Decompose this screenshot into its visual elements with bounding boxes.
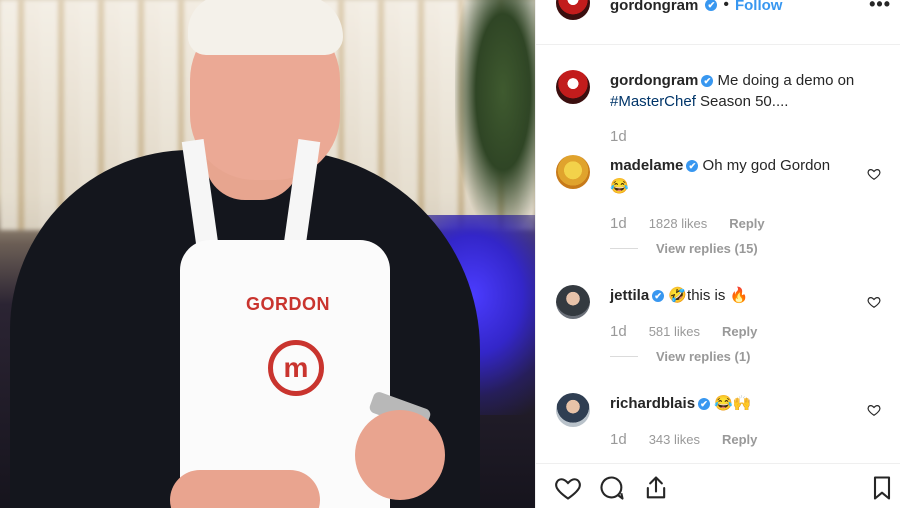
comment-text: madelame ✔ Oh my god Gordon 😂 [610, 155, 860, 197]
post-action-bar [536, 463, 900, 509]
header-username[interactable]: gordongram [610, 0, 698, 14]
user-avatar-icon[interactable] [556, 155, 590, 189]
caption-username[interactable]: gordongram [610, 72, 698, 89]
caption-body-start: Me doing a demo on [717, 72, 855, 89]
heart-icon[interactable] [554, 474, 582, 502]
chef-right-hand [355, 410, 445, 500]
comment-body: Oh my god Gordon [702, 157, 831, 174]
post-side-panel: gordongram ✔ • Follow ••• gordongram ✔ Me… [535, 0, 900, 508]
more-options-icon[interactable]: ••• [869, 0, 891, 15]
caption-body-end: Season 50.... [700, 93, 789, 110]
replies-divider [610, 248, 638, 249]
comment-like-heart-icon[interactable] [867, 295, 881, 309]
bookmark-icon[interactable] [868, 474, 896, 502]
comment-body: 😂🙌 [714, 395, 752, 412]
view-replies-button[interactable]: View replies (1) [610, 349, 750, 364]
comment-username[interactable]: madelame [610, 157, 683, 174]
verified-badge-icon: ✔ [701, 75, 714, 88]
reply-button[interactable]: Reply [729, 216, 764, 231]
comment-likes[interactable]: 581 likes [649, 324, 700, 339]
comment-text: richardblais ✔ 😂🙌 [610, 393, 860, 414]
chef-hair [188, 0, 343, 55]
comment-likes[interactable]: 1828 likes [649, 216, 708, 231]
caption-age: 1d [610, 128, 627, 145]
comment-age: 1d [610, 215, 627, 232]
caption-meta: 1d [610, 128, 627, 145]
user-avatar-icon[interactable] [556, 393, 590, 427]
view-replies-label[interactable]: View replies (15) [656, 241, 758, 256]
verified-badge-icon: ✔ [705, 0, 718, 11]
comment-likes[interactable]: 343 likes [649, 432, 700, 447]
masterchef-logo: m [268, 340, 324, 396]
comment-text: jettila ✔ 🤣this is 🔥 [610, 285, 860, 306]
reply-button[interactable]: Reply [722, 324, 757, 339]
comment-like-heart-icon[interactable] [867, 403, 881, 417]
chef-left-hand [170, 470, 320, 508]
comment-age: 1d [610, 323, 627, 340]
comment-like-heart-icon[interactable] [867, 167, 881, 181]
comment-meta: 1d 1828 likes Reply [610, 215, 765, 232]
comment-meta: 1d 581 likes Reply [610, 323, 757, 340]
view-replies-button[interactable]: View replies (15) [610, 241, 758, 256]
comment-body: 🤣this is 🔥 [668, 287, 749, 304]
comment-emoji: 😂 [610, 178, 629, 195]
post-photo[interactable]: GORDON m [0, 0, 535, 508]
verified-badge-icon: ✔ [686, 160, 699, 173]
caption-avatar[interactable] [556, 70, 590, 104]
background-plant [455, 0, 535, 230]
reply-button[interactable]: Reply [722, 432, 757, 447]
follow-button[interactable]: Follow [735, 0, 783, 14]
verified-badge-icon: ✔ [698, 398, 711, 411]
separator-dot: • [723, 0, 729, 13]
comment-username[interactable]: jettila [610, 287, 649, 304]
post-header: gordongram ✔ • Follow ••• [536, 0, 900, 45]
view-replies-label[interactable]: View replies (1) [656, 349, 750, 364]
verified-badge-icon: ✔ [652, 290, 665, 303]
caption-text: gordongram ✔ Me doing a demo on #MasterCh… [610, 70, 860, 112]
replies-divider [610, 356, 638, 357]
gordongram-avatar[interactable] [556, 0, 590, 20]
comment-icon[interactable] [598, 474, 626, 502]
comment-meta: 1d 343 likes Reply [610, 431, 757, 448]
share-icon[interactable] [642, 474, 670, 502]
header-user: gordongram ✔ • Follow [610, 0, 782, 14]
hashtag-link[interactable]: #MasterChef [610, 93, 696, 110]
comment-username[interactable]: richardblais [610, 395, 695, 412]
comment-age: 1d [610, 431, 627, 448]
user-avatar-icon[interactable] [556, 285, 590, 319]
apron-name-text: GORDON [246, 294, 330, 314]
